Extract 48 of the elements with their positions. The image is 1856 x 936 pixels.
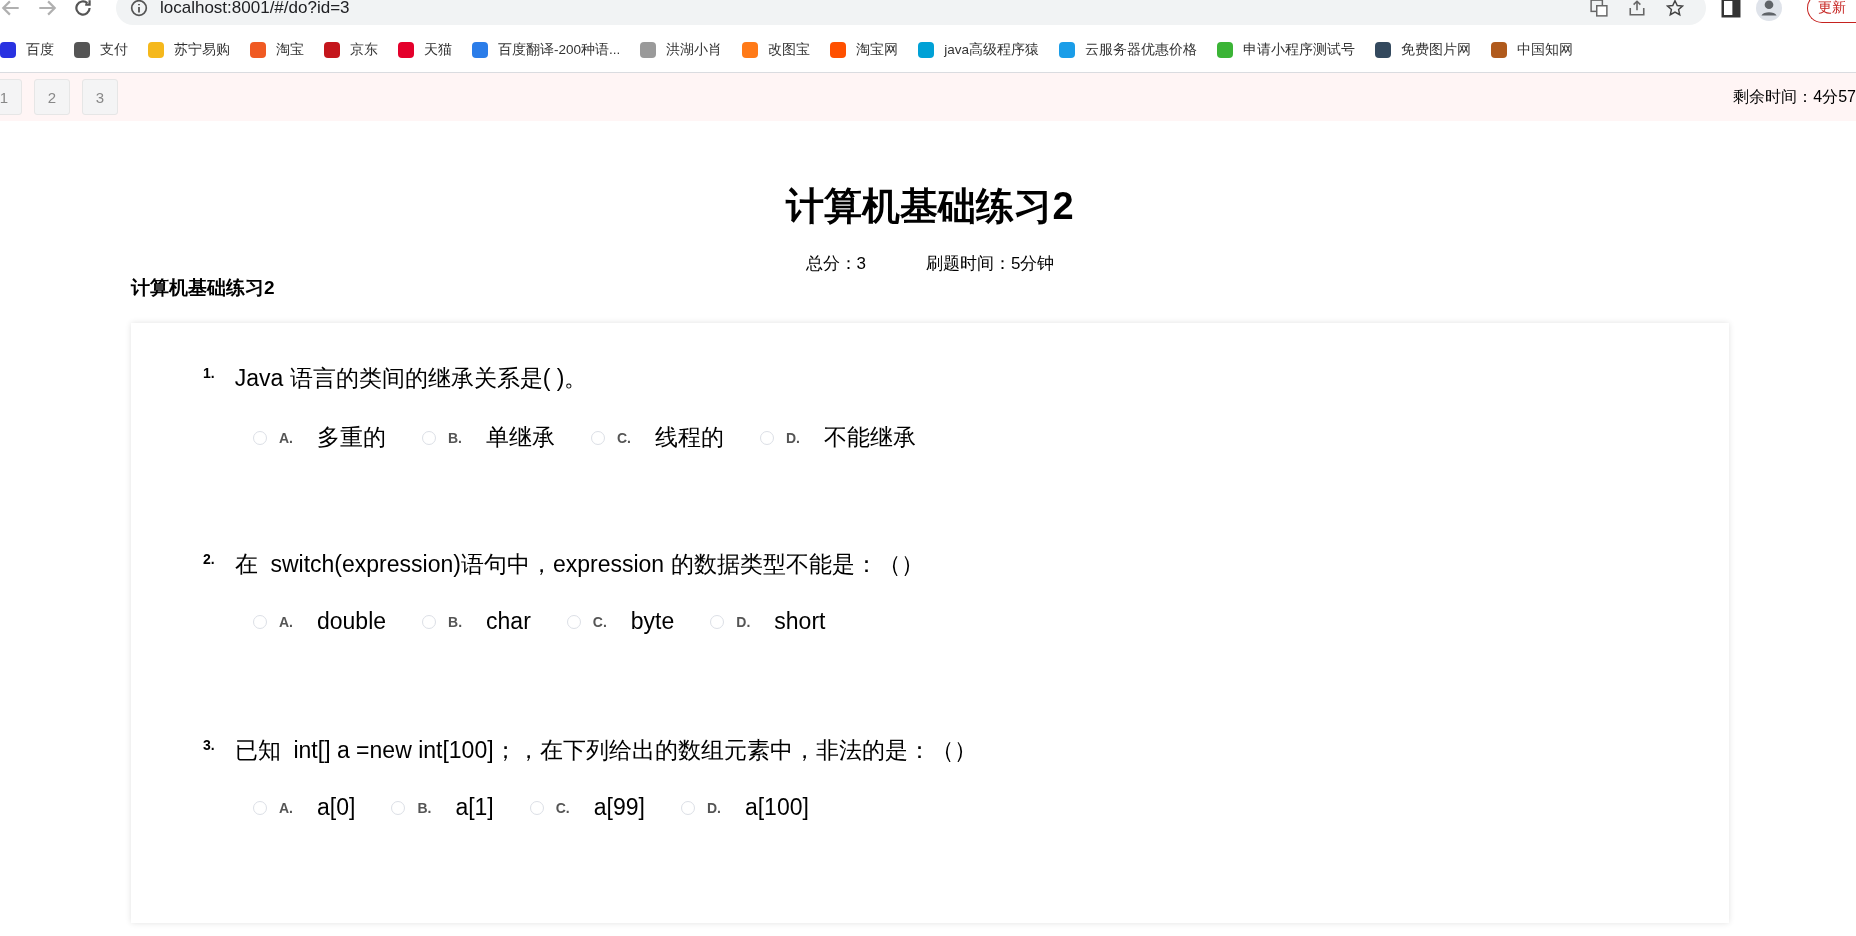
answer-option[interactable]: C. a[99] [529, 794, 645, 821]
answer-option[interactable]: B. char [422, 608, 531, 635]
question-number: 2. [203, 550, 215, 567]
bookmark-item[interactable]: 中国知网 [1491, 41, 1574, 59]
bookmark-item[interactable]: 苏宁易购 [148, 41, 230, 59]
bookmark-item[interactable]: 申请小程序测试号 [1217, 41, 1356, 59]
bookmark-item[interactable]: 淘宝 [250, 41, 304, 59]
bookmark-item[interactable]: 免费图片网 [1375, 41, 1472, 59]
answer-option[interactable]: B. a[1] [391, 794, 494, 821]
sidebar-icon[interactable] [1720, 0, 1742, 19]
answer-option[interactable]: D. short [710, 608, 826, 635]
translate-icon[interactable] [1590, 0, 1608, 17]
bookmark-item[interactable]: 百度翻译-200种语... [472, 41, 621, 59]
exam-title: 计算机基础练习2 [784, 184, 1075, 229]
answer-option[interactable]: C. byte [566, 608, 675, 635]
duration: 刷题时间：5分钟 [926, 253, 1055, 275]
answer-option[interactable]: A. a[0] [253, 794, 356, 821]
question-text: 在 switch(expression)语句中，expression 的数据类型不能是：（） [234, 550, 924, 579]
total-score: 总分：3 [805, 253, 866, 275]
bookmark-item[interactable]: 改图宝 [742, 41, 811, 59]
answer-option[interactable]: D. a[100] [680, 794, 809, 821]
remaining-time: 剩余时间：4分57 [1733, 86, 1856, 107]
answer-option[interactable]: C. 线程的 [591, 422, 724, 453]
bookmark-item[interactable]: java高级程序猿 [918, 41, 1040, 59]
address-bar[interactable]: localhost:8001/#/do?id=3 [116, 0, 1706, 25]
question-text: Java 语言的类间的继承关系是( )。 [234, 364, 588, 393]
avatar-icon[interactable] [1756, 0, 1782, 21]
update-button[interactable]: 更新 [1807, 0, 1856, 23]
answer-option[interactable]: D. 不能继承 [760, 422, 916, 453]
answer-option[interactable]: B. 单继承 [422, 422, 555, 453]
bookmark-item[interactable]: 京东 [324, 41, 378, 59]
question-text: 已知 int[] a =new int[100]；，在下列给出的数组元素中，非法的是：（） [234, 736, 977, 765]
answer-option[interactable]: A. double [253, 608, 387, 635]
section-title: 计算机基础练习2 [131, 276, 276, 300]
share-icon[interactable] [1628, 0, 1646, 17]
question-number: 3. [203, 736, 215, 753]
bookmark-item[interactable]: 淘宝网 [830, 41, 899, 59]
star-icon[interactable] [1666, 0, 1684, 17]
bookmark-item[interactable]: 云服务器优惠价格 [1059, 41, 1198, 59]
answer-option[interactable]: A. 多重的 [253, 422, 386, 453]
bookmark-item[interactable]: 百度 [0, 41, 54, 59]
bookmark-item[interactable]: 洪湖小肖 [640, 41, 723, 59]
question-number: 1. [203, 364, 215, 381]
reload-icon[interactable] [72, 0, 94, 19]
bookmark-item[interactable]: 支付 [74, 41, 128, 59]
bookmark-item[interactable]: 天猫 [398, 41, 452, 59]
info-icon [130, 0, 148, 17]
url-text: localhost:8001/#/do?id=3 [160, 0, 350, 18]
